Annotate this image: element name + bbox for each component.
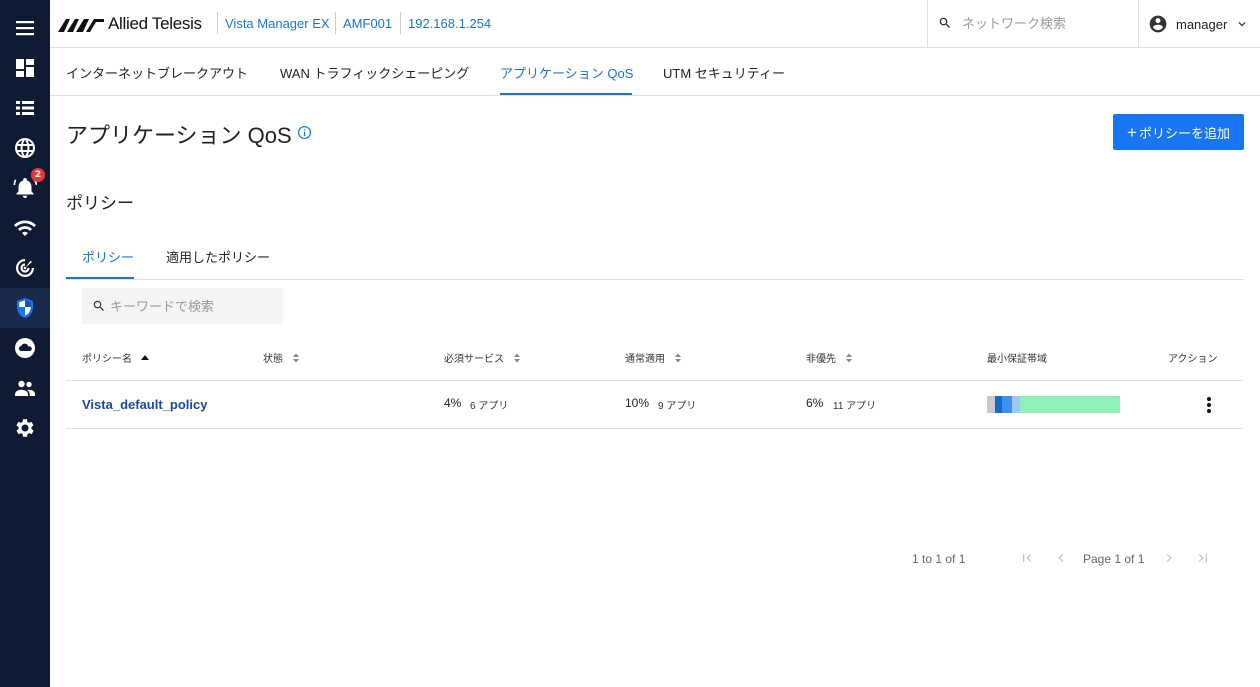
user-menu[interactable]: manager (1148, 13, 1249, 35)
column-label: 必須サービス (444, 354, 504, 365)
users-icon[interactable] (0, 368, 50, 408)
sort-icon (675, 353, 681, 362)
search-icon (93, 300, 104, 311)
list-icon[interactable] (0, 88, 50, 128)
feature-tabs: インターネットブレークアウト WAN トラフィックシェーピング アプリケーション… (50, 48, 1260, 96)
bandwidth-segment-3 (1012, 396, 1021, 413)
menu-icon[interactable] (0, 8, 50, 48)
plus-icon: + (1127, 122, 1137, 142)
table-row[interactable]: Vista_default_policy 4% 6 アプリ 10% 9 アプリ … (66, 381, 1244, 429)
tab-application-qos[interactable]: アプリケーション QoS (500, 63, 633, 82)
active-subtab-indicator (66, 277, 134, 279)
divider (335, 12, 336, 34)
breadcrumb-device[interactable]: 192.168.1.254 (408, 16, 491, 31)
bandwidth-segment-0 (987, 396, 995, 413)
first-page-icon[interactable] (1019, 550, 1035, 566)
keyword-search-input[interactable] (110, 297, 275, 315)
sort-icon (293, 353, 299, 362)
tab-utm-security[interactable]: UTM セキュリティー (663, 63, 785, 82)
column-label: 最小保証帯域 (987, 354, 1047, 365)
allied-telesis-logo-icon (58, 19, 104, 32)
table-header: ポリシー名 状態 必須サービス 通常適用 非優先 最小保証帯域 アクション (66, 336, 1244, 381)
more-vert-icon[interactable] (1200, 395, 1218, 415)
column-header-policy-name[interactable]: ポリシー名 (82, 350, 150, 365)
account-circle-icon (1149, 15, 1167, 33)
policy-name-link[interactable]: Vista_default_policy (82, 397, 207, 412)
pagination-summary: 1 to 1 of 1 (912, 552, 966, 566)
top-bar: Allied Telesis Vista Manager EX AMF001 1… (50, 0, 1260, 48)
page-title: アプリケーション QoS (66, 123, 292, 148)
sort-icon (514, 353, 520, 362)
globe-icon[interactable] (0, 128, 50, 168)
wifi-icon[interactable] (0, 208, 50, 248)
breadcrumb-app[interactable]: Vista Manager EX (225, 16, 330, 31)
add-policy-button[interactable]: + ポリシーを追加 (1113, 114, 1244, 150)
low-priority-apps: 11 アプリ (833, 401, 877, 412)
normal-percent: 10% (625, 396, 650, 410)
logo-text: Allied Telesis (108, 14, 202, 33)
divider (400, 12, 401, 34)
column-label: 状態 (263, 354, 283, 365)
cloud-icon[interactable] (0, 328, 50, 368)
search-icon (939, 17, 950, 28)
pagination-page-label: Page 1 of 1 (1083, 552, 1145, 566)
column-header-min-bandwidth: 最小保証帯域 (987, 350, 1047, 365)
section-title: ポリシー (66, 194, 134, 213)
add-policy-label: ポリシーを追加 (1138, 125, 1230, 141)
column-header-status[interactable]: 状態 (263, 350, 301, 365)
low-priority-percent: 6% (806, 396, 824, 410)
policy-subtabs: ポリシー 適用したポリシー (66, 236, 1244, 280)
normal-apps: 9 アプリ (658, 401, 697, 412)
column-header-actions: アクション (1168, 350, 1218, 365)
tab-internet-breakout[interactable]: インターネットブレークアウト (66, 63, 248, 82)
network-search (927, 0, 1139, 47)
bandwidth-segment-4 (1020, 396, 1120, 413)
essential-percent: 4% (444, 396, 462, 410)
user-name: manager (1176, 16, 1228, 32)
column-header-normal[interactable]: 通常適用 (625, 350, 683, 365)
info-icon[interactable] (297, 125, 312, 140)
column-header-low-priority[interactable]: 非優先 (806, 350, 854, 365)
tab-applied-policies[interactable]: 適用したポリシー (166, 247, 270, 266)
sort-ascending-icon (141, 354, 149, 360)
column-label: アクション (1168, 354, 1218, 365)
breadcrumb-area[interactable]: AMF001 (343, 16, 392, 31)
brand-logo[interactable]: Allied Telesis (58, 14, 202, 34)
keyword-search (82, 288, 283, 324)
notification-badge: 2 (31, 168, 45, 182)
bandwidth-segment-2 (1001, 396, 1013, 413)
sort-icon (846, 353, 852, 362)
chevron-down-icon (1238, 22, 1246, 27)
left-nav-rail: 2 (0, 0, 50, 687)
network-search-input[interactable] (962, 13, 1132, 33)
column-label: 非優先 (806, 354, 836, 365)
active-tab-indicator (500, 93, 632, 95)
last-page-icon[interactable] (1195, 550, 1211, 566)
next-page-icon[interactable] (1161, 550, 1177, 566)
essential-apps: 6 アプリ (470, 401, 509, 412)
tab-wan-traffic-shaping[interactable]: WAN トラフィックシェーピング (280, 63, 469, 82)
column-label: 通常適用 (625, 354, 665, 365)
bandwidth-segment-1 (994, 396, 1002, 413)
column-header-essential[interactable]: 必須サービス (444, 350, 522, 365)
shield-icon[interactable] (0, 288, 50, 328)
column-label: ポリシー名 (82, 354, 132, 365)
dashboard-icon[interactable] (0, 48, 50, 88)
radar-icon[interactable] (0, 248, 50, 288)
min-bandwidth-bar (987, 396, 1120, 413)
tab-policies[interactable]: ポリシー (82, 247, 134, 266)
divider (217, 12, 218, 34)
gear-icon[interactable] (0, 408, 50, 448)
previous-page-icon[interactable] (1053, 550, 1069, 566)
